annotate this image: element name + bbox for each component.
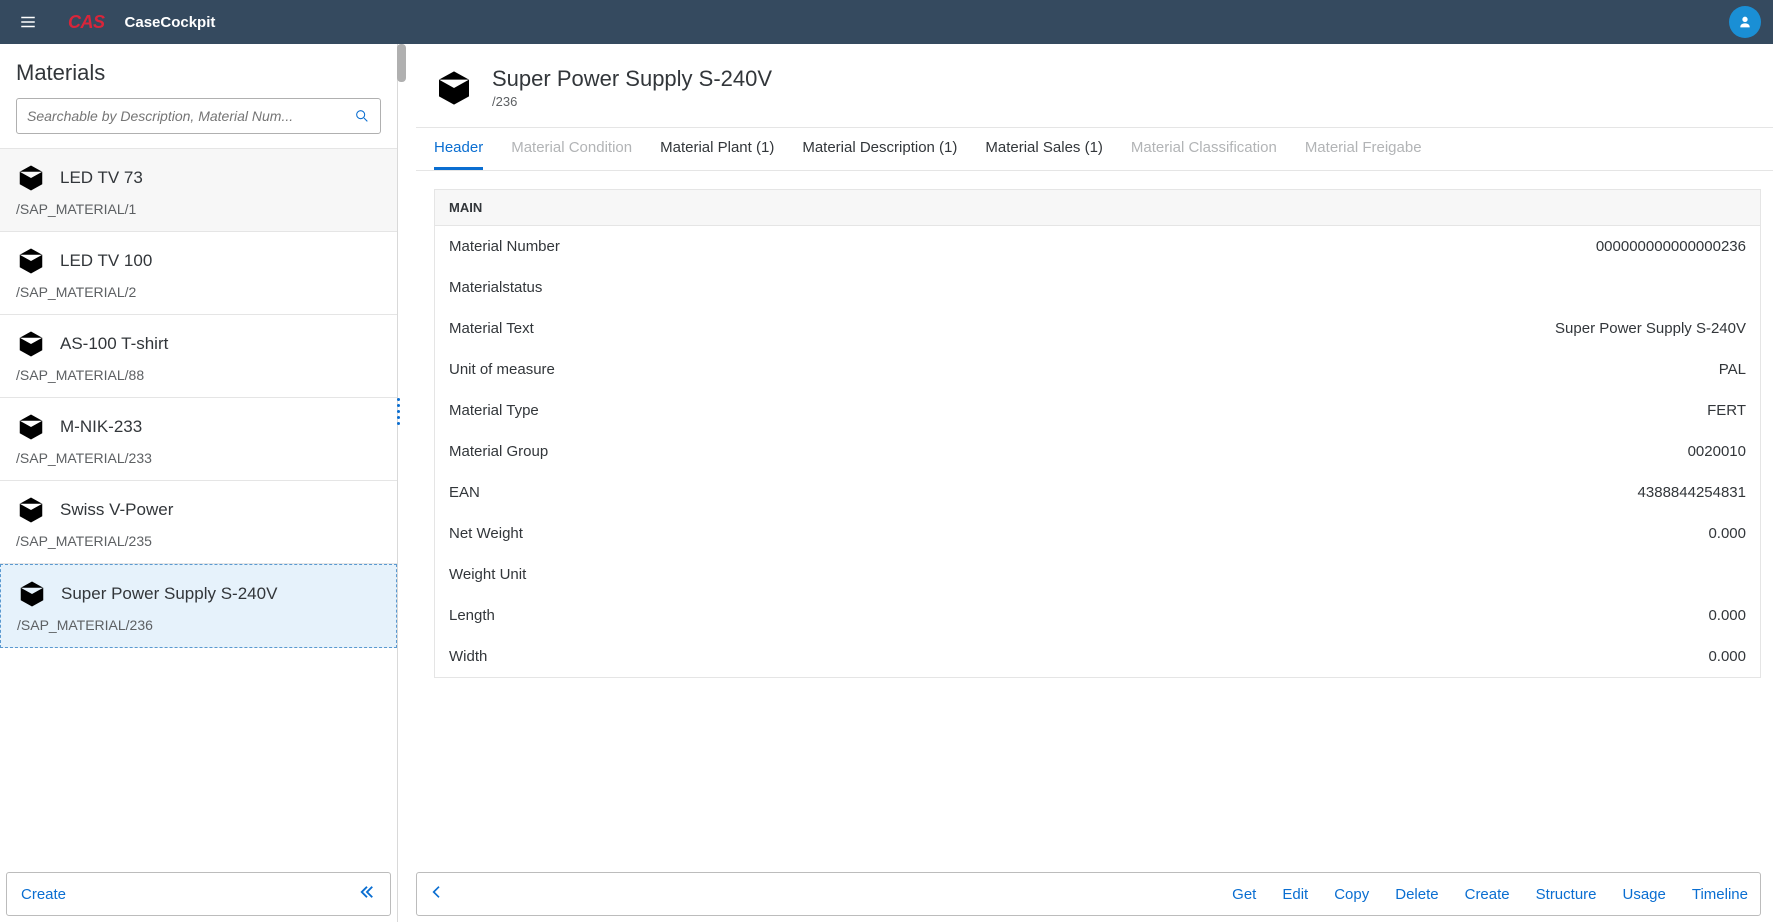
action-get[interactable]: Get bbox=[1232, 886, 1256, 903]
field-value: 0.000 bbox=[1708, 648, 1746, 665]
action-timeline[interactable]: Timeline bbox=[1692, 886, 1748, 903]
field-row: Material Text Super Power Supply S-240V bbox=[435, 308, 1760, 349]
material-icon bbox=[16, 412, 46, 442]
material-item[interactable]: M-NIK-233 /SAP_MATERIAL/233 bbox=[0, 398, 397, 481]
section-main: MAIN Material Number000000000000000236Ma… bbox=[434, 189, 1761, 678]
brand-logo: CAS bbox=[68, 12, 105, 33]
field-label: Materialstatus bbox=[449, 279, 542, 296]
material-path: /SAP_MATERIAL/1 bbox=[16, 201, 381, 217]
chevron-left-icon bbox=[429, 884, 445, 900]
field-label: Material Number bbox=[449, 238, 560, 255]
field-value: FERT bbox=[1707, 402, 1746, 419]
field-value: 0020010 bbox=[1688, 443, 1746, 460]
field-value: 4388844254831 bbox=[1638, 484, 1746, 501]
detail-panel: Super Power Supply S-240V /236 Header Ma… bbox=[398, 44, 1773, 922]
sidebar: Materials LED TV 73 /SAP_MATERIAL/1 LED … bbox=[0, 44, 398, 922]
action-edit[interactable]: Edit bbox=[1282, 886, 1308, 903]
chevron-double-left-icon bbox=[358, 883, 376, 901]
detail-title: Super Power Supply S-240V bbox=[492, 66, 772, 92]
create-button[interactable]: Create bbox=[21, 886, 66, 903]
field-row: Weight Unit bbox=[435, 554, 1760, 595]
field-row: Material Type FERT bbox=[435, 390, 1760, 431]
field-row: EAN 4388844254831 bbox=[435, 472, 1760, 513]
tabs: Header Material Condition Material Plant… bbox=[416, 127, 1773, 171]
material-item[interactable]: LED TV 73 /SAP_MATERIAL/1 bbox=[0, 149, 397, 232]
field-label: Length bbox=[449, 607, 495, 624]
splitter-handle[interactable] bbox=[397, 394, 400, 429]
material-title: Swiss V-Power bbox=[60, 500, 173, 520]
material-path: /SAP_MATERIAL/233 bbox=[16, 450, 381, 466]
tab-material-freigabe: Material Freigabe bbox=[1305, 128, 1422, 170]
field-row: Net Weight 0.000 bbox=[435, 513, 1760, 554]
material-icon bbox=[16, 246, 46, 276]
tab-material-sales[interactable]: Material Sales (1) bbox=[985, 128, 1103, 170]
detail-subtitle: /236 bbox=[492, 94, 772, 109]
field-row: Width 0.000 bbox=[435, 636, 1760, 677]
field-value: Super Power Supply S-240V bbox=[1555, 320, 1746, 337]
field-label: Width bbox=[449, 648, 487, 665]
tab-material-plant[interactable]: Material Plant (1) bbox=[660, 128, 774, 170]
field-row: Material Group 0020010 bbox=[435, 431, 1760, 472]
field-value: 0.000 bbox=[1708, 607, 1746, 624]
material-path: /SAP_MATERIAL/236 bbox=[17, 617, 380, 633]
tab-header[interactable]: Header bbox=[434, 128, 483, 170]
material-item[interactable]: LED TV 100 /SAP_MATERIAL/2 bbox=[0, 232, 397, 315]
detail-footer: Get Edit Copy Delete Create Structure Usage Tim… bbox=[416, 872, 1761, 916]
search-icon[interactable] bbox=[354, 108, 370, 124]
topbar: CAS CaseCockpit bbox=[0, 0, 1773, 44]
search-box[interactable] bbox=[16, 98, 381, 134]
material-list: LED TV 73 /SAP_MATERIAL/1 LED TV 100 /SA… bbox=[0, 148, 397, 868]
material-title: AS-100 T-shirt bbox=[60, 334, 168, 354]
material-title: M-NIK-233 bbox=[60, 417, 142, 437]
material-item[interactable]: Swiss V-Power /SAP_MATERIAL/235 bbox=[0, 481, 397, 564]
field-row: Materialstatus bbox=[435, 267, 1760, 308]
material-icon bbox=[16, 163, 46, 193]
user-icon bbox=[1737, 14, 1753, 30]
material-icon bbox=[16, 329, 46, 359]
field-label: Material Group bbox=[449, 443, 548, 460]
search-input[interactable] bbox=[27, 108, 354, 124]
tab-material-condition: Material Condition bbox=[511, 128, 632, 170]
material-path: /SAP_MATERIAL/235 bbox=[16, 533, 381, 549]
menu-button[interactable] bbox=[12, 6, 44, 38]
action-delete[interactable]: Delete bbox=[1395, 886, 1438, 903]
field-label: EAN bbox=[449, 484, 480, 501]
material-title: LED TV 73 bbox=[60, 168, 143, 188]
field-label: Material Type bbox=[449, 402, 539, 419]
field-row: Length 0.000 bbox=[435, 595, 1760, 636]
field-label: Material Text bbox=[449, 320, 534, 337]
material-title: LED TV 100 bbox=[60, 251, 152, 271]
collapse-button[interactable] bbox=[358, 883, 376, 906]
material-icon bbox=[434, 68, 474, 108]
material-icon bbox=[16, 495, 46, 525]
back-button[interactable] bbox=[429, 884, 445, 905]
material-item[interactable]: AS-100 T-shirt /SAP_MATERIAL/88 bbox=[0, 315, 397, 398]
material-path: /SAP_MATERIAL/2 bbox=[16, 284, 381, 300]
action-copy[interactable]: Copy bbox=[1334, 886, 1369, 903]
action-usage[interactable]: Usage bbox=[1623, 886, 1666, 903]
tab-material-classification: Material Classification bbox=[1131, 128, 1277, 170]
action-create[interactable]: Create bbox=[1465, 886, 1510, 903]
material-icon bbox=[17, 579, 47, 609]
field-label: Net Weight bbox=[449, 525, 523, 542]
sidebar-title: Materials bbox=[0, 44, 397, 98]
field-value: 0.000 bbox=[1708, 525, 1746, 542]
field-row: Unit of measure PAL bbox=[435, 349, 1760, 390]
field-row: Material Number 000000000000000236 bbox=[435, 226, 1760, 267]
material-title: Super Power Supply S-240V bbox=[61, 584, 277, 604]
app-title: CaseCockpit bbox=[125, 14, 216, 31]
field-value: PAL bbox=[1719, 361, 1746, 378]
field-label: Unit of measure bbox=[449, 361, 555, 378]
material-path: /SAP_MATERIAL/88 bbox=[16, 367, 381, 383]
detail-header: Super Power Supply S-240V /236 bbox=[416, 44, 1773, 127]
action-structure[interactable]: Structure bbox=[1536, 886, 1597, 903]
section-header: MAIN bbox=[434, 189, 1761, 226]
field-value: 000000000000000236 bbox=[1596, 238, 1746, 255]
material-item-selected[interactable]: Super Power Supply S-240V /SAP_MATERIAL/… bbox=[0, 564, 397, 648]
user-avatar[interactable] bbox=[1729, 6, 1761, 38]
tab-material-description[interactable]: Material Description (1) bbox=[802, 128, 957, 170]
field-label: Weight Unit bbox=[449, 566, 526, 583]
menu-icon bbox=[19, 13, 37, 31]
sidebar-footer: Create bbox=[6, 872, 391, 916]
